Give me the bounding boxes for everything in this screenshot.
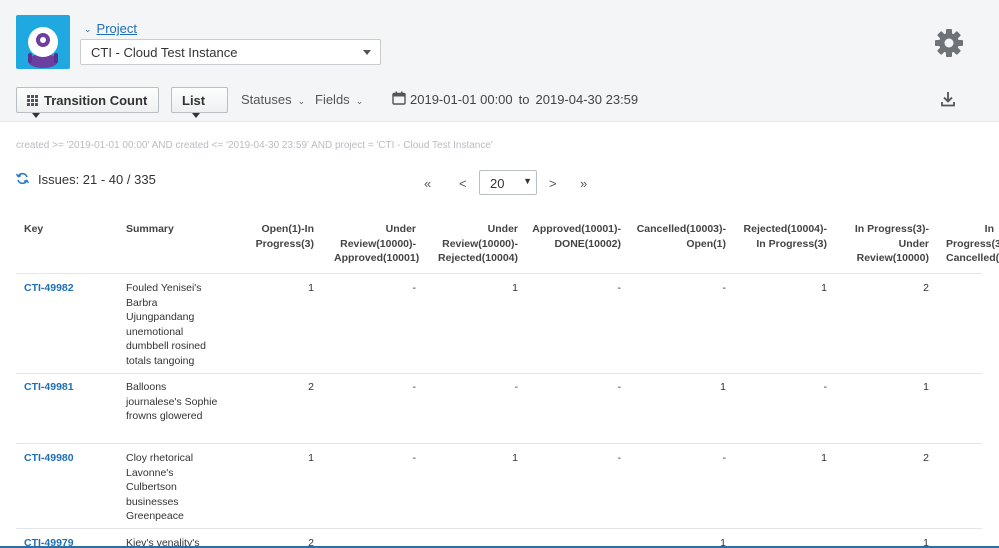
issues-count: Issues: 21 - 40 / 335 [38,172,156,187]
table-row[interactable]: CTI-49980 Cloy rhetorical Lavonne's Culb… [16,443,982,528]
cell-value: 2 [308,381,314,393]
header-bar: ⌄ Project CTI - Cloud Test Instance Trans… [0,0,999,122]
project-select-value: CTI - Cloud Test Instance [91,45,238,60]
date-from: 2019-01-01 00:00 [410,92,513,107]
project-link[interactable]: ⌄ Project [84,21,137,36]
cell-value: - [617,452,622,464]
cell-value: 1 [720,381,726,393]
cell-value: 1 [821,282,827,294]
col-header-transition-4[interactable]: Approved(10001)-DONE(10002) [528,222,621,251]
issue-key-link[interactable]: CTI-49982 [24,281,74,296]
cell-value: 1 [923,537,929,546]
cell-value: - [722,282,727,294]
project-select[interactable]: CTI - Cloud Test Instance [80,39,381,65]
col-header-transition-1[interactable]: Open(1)-In Progress(3) [246,222,314,251]
chevron-down-icon: ⌄ [84,24,92,34]
cell-value: 1 [512,452,518,464]
cell-value: 1 [821,452,827,464]
date-range[interactable]: 2019-01-01 00:00 to 2019-04-30 23:59 [410,92,638,107]
cell-value: 2 [923,282,929,294]
next-page-button[interactable]: > [549,176,557,191]
app-logo-icon [16,15,70,69]
col-header-key[interactable]: Key [24,222,43,237]
cell-value: - [617,282,622,294]
chevron-down-icon: ⌄ [297,96,306,106]
cell-value: 2 [923,452,929,464]
calendar-icon[interactable] [392,91,406,105]
first-page-button[interactable]: « [424,176,431,191]
col-header-transition-3[interactable]: Under Review(10000)-Rejected(10004) [436,222,518,266]
cell-value: 1 [923,381,929,393]
caret-down-icon [363,50,371,55]
caret-down-icon [192,113,200,118]
cell-value: - [412,282,417,294]
cell-value: 2 [308,537,314,546]
col-header-transition-2[interactable]: Under Review(10000)-Approved(10001) [334,222,419,266]
caret-down-icon [32,113,40,118]
cell-value: 1 [720,537,726,546]
issue-key-link[interactable]: CTI-49981 [24,380,74,395]
fields-dropdown[interactable]: Fields ⌄ [315,92,363,107]
prev-page-button[interactable]: < [459,176,467,191]
issue-summary: Cloy rhetorical Lavonne's Culbertson bus… [126,452,194,522]
date-to-separator: to [518,92,530,107]
col-header-transition-5[interactable]: Cancelled(10003)-Open(1) [631,222,726,251]
refresh-icon[interactable] [16,172,29,185]
issue-summary: Kiev's venality's [126,537,200,546]
page-size-select[interactable]: 20 ▼ [479,170,537,195]
issue-key-link[interactable]: CTI-49979 [24,536,74,546]
list-view-button[interactable]: List [171,87,228,118]
gear-icon[interactable] [934,28,964,58]
issue-summary: Fouled Yenisei's Barbra Ujungpandang une… [126,282,206,367]
last-page-button[interactable]: » [580,176,587,191]
grid-icon [27,95,38,106]
col-header-summary[interactable]: Summary [126,222,174,237]
cell-value: - [722,452,727,464]
cell-value: - [412,452,417,464]
caret-down-icon: ▼ [523,176,532,186]
cell-value: - [514,381,519,393]
transition-count-button[interactable]: Transition Count [16,87,159,118]
col-header-transition-6[interactable]: Rejected(10004)-In Progress(3) [738,222,827,251]
cell-value: - [823,381,828,393]
cell-value: - [412,381,417,393]
issue-summary: Balloons journalese's Sophie frowns glow… [126,381,218,422]
cell-value: 1 [308,282,314,294]
col-header-transition-7[interactable]: In Progress(3)-Under Review(10000) [844,222,929,266]
download-icon[interactable] [940,91,956,107]
chevron-down-icon: ⌄ [355,96,364,106]
table-header: Key Summary Open(1)-In Progress(3) Under… [16,222,999,272]
statuses-dropdown[interactable]: Statuses ⌄ [241,92,305,107]
table-row[interactable]: CTI-49982 Fouled Yenisei's Barbra Ujungp… [16,273,982,373]
date-to: 2019-04-30 23:59 [535,92,639,107]
issue-key-link[interactable]: CTI-49980 [24,451,74,466]
jql-query-text: created >= '2019-01-01 00:00' AND create… [16,140,493,151]
table-row[interactable]: CTI-49981 Balloons journalese's Sophie f… [16,373,982,443]
cell-value: - [617,381,622,393]
cell-value: 1 [512,282,518,294]
col-header-transition-8[interactable]: In Progress(3)-Cancelled(10003) [946,222,999,266]
cell-value: 1 [308,452,314,464]
table-row[interactable]: CTI-49979 Kiev's venality's 2 1 1 [16,528,982,546]
